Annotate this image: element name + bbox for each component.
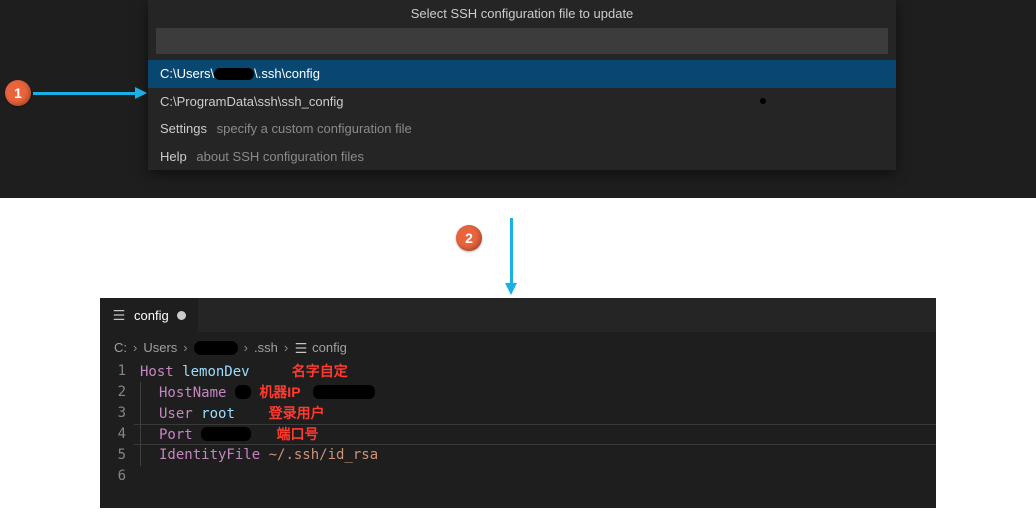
arrow-2-line [510, 218, 513, 284]
keyword: IdentityFile [159, 447, 260, 463]
line-number: 6 [100, 466, 126, 487]
space [243, 406, 260, 422]
top-panel: Select SSH configuration file to update … [0, 0, 1036, 198]
picker-item-help[interactable]: Help about SSH configuration files [148, 143, 896, 171]
picker-input[interactable] [156, 28, 888, 54]
picker-item-text-pre: C:\Users\ [160, 66, 214, 81]
keyword: User [159, 406, 193, 422]
indent-guide [140, 382, 141, 403]
ssh-config-picker: Select SSH configuration file to update … [148, 0, 896, 170]
editor-panel: config C: › Users › › .ssh › config 1 2 … [100, 298, 936, 508]
code-line: IdentityFile ~/.ssh/id_rsa [140, 445, 936, 466]
modified-dot-icon [177, 311, 186, 320]
annotation: 机器IP [259, 384, 300, 400]
dot-icon [760, 98, 766, 104]
code-line [140, 466, 936, 487]
arrow-1-line [33, 92, 135, 95]
picker-item-text: Settings [160, 121, 207, 136]
code-line: HostName 机器IP [140, 382, 936, 403]
tab-bar: config [100, 298, 936, 332]
arrow-2-head [505, 283, 517, 295]
picker-item-desc: about SSH configuration files [196, 149, 364, 164]
annotation: 名字自定 [292, 363, 348, 379]
line-number: 5 [100, 445, 126, 466]
code-line: Host lemonDev 名字自定 [140, 361, 936, 382]
crumb-ssh: .ssh [254, 340, 278, 355]
code-line: Port 端口号 [140, 424, 936, 445]
crumb-users: Users [143, 340, 177, 355]
step-badge-1: 1 [5, 80, 31, 106]
redacted-username [214, 68, 254, 80]
line-number: 3 [100, 403, 126, 424]
space [258, 364, 283, 380]
redacted-value [201, 427, 251, 441]
arrow-1-head [135, 87, 147, 99]
picker-item-text-post: \.ssh\config [254, 66, 320, 81]
chevron-right-icon: › [131, 340, 139, 355]
chevron-right-icon: › [282, 340, 290, 355]
code-line: User root 登录用户 [140, 403, 936, 424]
chevron-right-icon: › [181, 340, 189, 355]
space [260, 427, 268, 443]
redacted-value [235, 385, 251, 399]
code-area[interactable]: 1 2 3 4 5 6 Host lemonDev 名字自定 HostName … [100, 361, 936, 487]
file-icon [112, 308, 126, 322]
identifier: root [201, 406, 235, 422]
picker-item-programdata-config[interactable]: C:\ProgramData\ssh\ssh_config [148, 88, 896, 116]
file-icon [294, 341, 308, 355]
keyword: HostName [159, 385, 226, 401]
picker-item-settings[interactable]: Settings specify a custom configuration … [148, 115, 896, 143]
chevron-right-icon: › [242, 340, 250, 355]
indent-guide [140, 403, 141, 424]
breadcrumb[interactable]: C: › Users › › .ssh › config [100, 332, 936, 361]
picker-item-text: Help [160, 149, 187, 164]
code-lines: Host lemonDev 名字自定 HostName 机器IP User ro… [140, 361, 936, 487]
picker-list: C:\Users\ \.ssh\config C:\ProgramData\ssh… [148, 60, 896, 170]
picker-item-user-config[interactable]: C:\Users\ \.ssh\config [148, 60, 896, 88]
gutter: 1 2 3 4 5 6 [100, 361, 140, 487]
redacted-username [194, 341, 238, 355]
keyword: Host [140, 364, 174, 380]
editor-tab-config[interactable]: config [100, 298, 198, 332]
picker-item-text: C:\ProgramData\ssh\ssh_config [160, 94, 344, 109]
line-number: 1 [100, 361, 126, 382]
path-value: ~/.ssh/id_rsa [269, 447, 379, 463]
crumb-c: C: [114, 340, 127, 355]
tab-label: config [134, 308, 169, 323]
indent-guide [140, 424, 141, 445]
step-badge-2: 2 [456, 225, 482, 251]
line-number: 4 [100, 424, 126, 445]
picker-item-desc: specify a custom configuration file [217, 121, 412, 136]
annotation: 端口号 [276, 426, 318, 442]
annotation: 登录用户 [269, 405, 325, 421]
picker-title: Select SSH configuration file to update [148, 0, 896, 28]
crumb-config: config [312, 340, 347, 355]
redacted-value [313, 385, 375, 399]
keyword: Port [159, 427, 193, 443]
indent-guide [140, 445, 141, 466]
identifier: lemonDev [182, 364, 249, 380]
line-number: 2 [100, 382, 126, 403]
